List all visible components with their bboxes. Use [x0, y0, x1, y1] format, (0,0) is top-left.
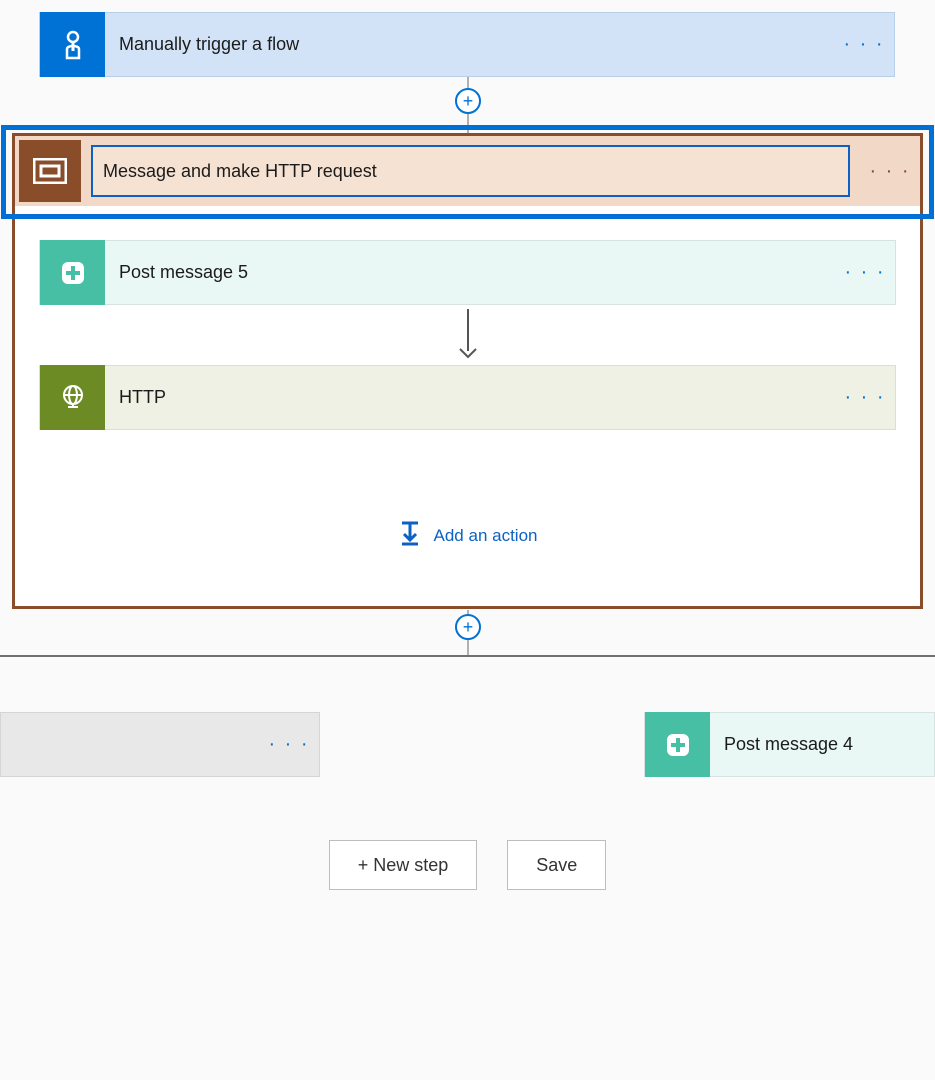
trigger-more-button[interactable]: · · ·: [834, 33, 894, 56]
plus-icon: +: [463, 617, 474, 638]
new-step-button[interactable]: + New step: [329, 840, 478, 890]
branch-card-left[interactable]: · · ·: [0, 712, 320, 777]
branch-card-right[interactable]: Post message 4: [644, 712, 935, 777]
action-card-post-message[interactable]: Post message 5 · · ·: [39, 240, 896, 305]
insert-step-button[interactable]: +: [455, 88, 481, 114]
manual-trigger-icon: [40, 12, 105, 77]
action-title: HTTP: [105, 387, 835, 408]
plus-icon: +: [463, 91, 474, 112]
action-more-button[interactable]: · · ·: [835, 386, 895, 409]
action-title: Post message 4: [710, 734, 934, 755]
save-button[interactable]: Save: [507, 840, 606, 890]
trigger-title: Manually trigger a flow: [105, 34, 834, 55]
slack-icon: [645, 712, 710, 777]
trigger-card[interactable]: Manually trigger a flow · · ·: [39, 12, 895, 77]
slack-icon: [40, 240, 105, 305]
add-action-icon: [398, 520, 422, 551]
action-more-button[interactable]: · · ·: [835, 261, 895, 284]
action-title: Post message 5: [105, 262, 835, 283]
branch-split-line: [0, 655, 935, 657]
save-label: Save: [536, 855, 577, 876]
scope-container: · · · Post message 5 · · ·: [12, 133, 923, 609]
scope-title-input[interactable]: [91, 145, 850, 197]
action-card-http[interactable]: HTTP · · ·: [39, 365, 896, 430]
add-action-label: Add an action: [434, 526, 538, 546]
connector-arrow: [39, 305, 896, 365]
insert-step-button[interactable]: +: [455, 614, 481, 640]
scope-header[interactable]: · · ·: [15, 136, 920, 206]
http-globe-icon: [40, 365, 105, 430]
scope-title-wrapper: [81, 145, 860, 197]
add-action-button[interactable]: Add an action: [39, 520, 896, 551]
scope-icon: [19, 140, 81, 202]
footer-buttons: + New step Save: [0, 840, 935, 890]
new-step-label: + New step: [358, 855, 449, 876]
action-more-button[interactable]: · · ·: [259, 733, 319, 756]
scope-body: Post message 5 · · · HTTP · · ·: [15, 206, 920, 606]
scope-more-button[interactable]: · · ·: [860, 160, 920, 183]
